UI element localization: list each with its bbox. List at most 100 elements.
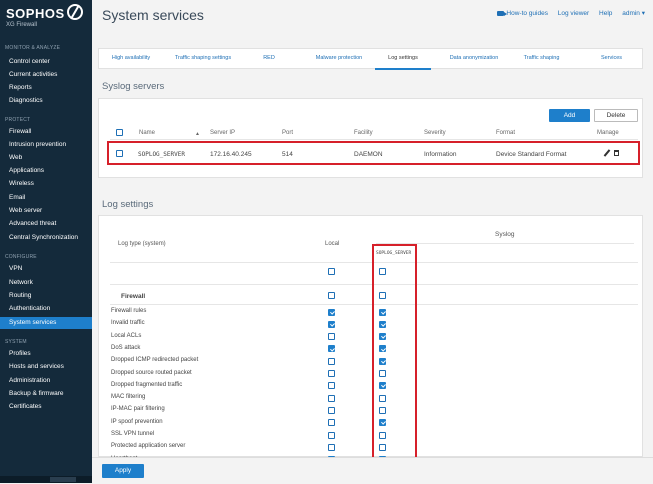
log-row-label: SSL VPN tunnel (111, 431, 155, 437)
local-checkbox[interactable] (328, 394, 335, 402)
nav-vpn[interactable]: VPN (0, 263, 92, 275)
firewall-local-checkbox[interactable] (328, 292, 335, 299)
nav-web[interactable]: Web (0, 152, 92, 164)
log-row-label: IP spoof prevention (111, 418, 163, 425)
log-row-label: Dropped fragmented traffic (111, 381, 183, 388)
group-firewall: Firewall (121, 293, 146, 300)
local-checkbox[interactable] (328, 370, 335, 377)
brand-sub: XG Firewall (6, 22, 38, 28)
nav-advanced-threat[interactable]: Advanced threat (0, 218, 92, 230)
nav-section-system: SYSTEM (5, 339, 27, 345)
local-checkbox[interactable] (328, 357, 335, 365)
sidebar: SOPHOS XG Firewall MONITOR & ANALYZE Con… (0, 0, 92, 483)
col-format: Format (496, 130, 516, 136)
nav-diagnostics[interactable]: Diagnostics (0, 95, 92, 107)
tab-log-settings[interactable]: Log settings (375, 49, 431, 70)
local-checkbox[interactable] (328, 443, 335, 451)
nav-system-services[interactable]: System services (0, 317, 92, 329)
top-links: How-to guides Log viewer Help admin ▾ (489, 9, 645, 17)
nav-current-activities[interactable]: Current activities (0, 69, 92, 81)
local-checkbox[interactable] (328, 419, 335, 427)
apply-button[interactable]: Apply (102, 464, 144, 478)
log-type-header: Log type (system) (118, 241, 166, 247)
log-viewer-link[interactable]: Log viewer (558, 10, 589, 17)
header-divider (110, 139, 638, 140)
col-server-ip: Server IP (210, 130, 236, 136)
add-button[interactable]: Add (549, 109, 590, 122)
col-name[interactable]: Name (139, 130, 155, 136)
local-checkbox[interactable] (328, 308, 335, 316)
local-checkbox[interactable] (328, 431, 335, 439)
admin-menu[interactable]: admin ▾ (622, 10, 645, 17)
col-port: Port (282, 130, 294, 136)
nav-email[interactable]: Email (0, 192, 92, 204)
local-all-checkbox[interactable] (328, 268, 335, 275)
nav-hosts-services[interactable]: Hosts and services (0, 361, 92, 373)
tab-high-availability[interactable]: High availability (107, 49, 155, 68)
sidebar-bottom-tag (50, 477, 76, 482)
local-checkbox[interactable] (328, 345, 335, 353)
col-severity: Severity (424, 130, 446, 136)
select-all-checkbox[interactable] (116, 129, 123, 136)
nav-backup-firmware[interactable]: Backup & firmware (0, 388, 92, 400)
nav-reports[interactable]: Reports (0, 82, 92, 94)
how-to-guides-link[interactable]: How-to guides (497, 10, 548, 17)
log-row-label: Local ACLs (111, 332, 142, 339)
local-header: Local (325, 241, 340, 247)
sort-asc-icon[interactable]: ▲ (195, 131, 200, 137)
nav-routing[interactable]: Routing (0, 290, 92, 302)
tab-services[interactable]: Services (594, 49, 629, 68)
log-row-label: Dropped ICMP redirected packet (111, 357, 199, 364)
local-checkbox[interactable] (328, 382, 335, 390)
tab-traffic-shaping[interactable]: Traffic shaping (519, 49, 564, 68)
log-row-label: Protected application server (111, 443, 186, 450)
log-row-label: Dropped source routed packet (111, 369, 192, 376)
sidebar-bottom-strip (0, 476, 92, 483)
log-settings-title: Log settings (102, 199, 154, 210)
nav-control-center[interactable]: Control center (0, 56, 92, 68)
brand-name: SOPHOS (6, 6, 65, 21)
tab-malware-protection[interactable]: Malware protection (309, 49, 369, 68)
local-checkbox[interactable] (328, 320, 335, 328)
tab-traffic-shaping-settings[interactable]: Traffic shaping settings (169, 49, 237, 68)
nav-firewall[interactable]: Firewall (0, 126, 92, 138)
log-row-label: Invalid traffic (111, 320, 145, 327)
delete-button[interactable]: Delete (594, 109, 638, 122)
tab-bar: High availability Traffic shaping settin… (98, 48, 643, 70)
log-row-label: Firewall rules (111, 308, 147, 314)
syslog-servers-title: Syslog servers (102, 81, 165, 92)
log-settings-panel (98, 215, 643, 457)
sophos-logo-icon (67, 4, 83, 20)
col-manage: Manage (597, 130, 619, 136)
nav-central-sync[interactable]: Central Synchronization (0, 232, 92, 244)
nav-intrusion-prevention[interactable]: Intrusion prevention (0, 139, 92, 151)
nav-section-monitor: MONITOR & ANALYZE (5, 45, 61, 51)
tab-red[interactable]: RED (259, 49, 279, 68)
local-checkbox[interactable] (328, 333, 335, 341)
log-row-label: MAC filtering (111, 394, 146, 401)
nav-wireless[interactable]: Wireless (0, 178, 92, 190)
main-content: System services How-to guides Log viewer… (92, 0, 653, 484)
nav-administration[interactable]: Administration (0, 375, 92, 387)
nav-section-configure: CONFIGURE (5, 254, 37, 260)
nav-applications[interactable]: Applications (0, 165, 92, 177)
nav-authentication[interactable]: Authentication (0, 303, 92, 315)
footer-bar: Apply (92, 457, 653, 484)
video-icon (497, 10, 508, 16)
highlight-syslog-column (372, 244, 417, 462)
nav-profiles[interactable]: Profiles (0, 348, 92, 360)
nav-certificates[interactable]: Certificates (0, 401, 92, 413)
brand: SOPHOS XG Firewall (6, 6, 65, 28)
highlight-server-row (107, 141, 640, 165)
local-checkbox[interactable] (328, 406, 335, 414)
nav-section-protect: PROTECT (5, 117, 31, 123)
col-facility: Facility (354, 130, 373, 136)
syslog-header: Syslog (495, 231, 515, 238)
help-link[interactable]: Help (599, 10, 612, 17)
tab-data-anonymization[interactable]: Data anonymization (444, 49, 504, 68)
log-row-label: DoS attack (111, 344, 141, 351)
nav-network[interactable]: Network (0, 277, 92, 289)
nav-web-server[interactable]: Web server (0, 205, 92, 217)
page-title: System services (102, 7, 204, 23)
log-row-label: IP-MAC pair filtering (111, 406, 165, 413)
